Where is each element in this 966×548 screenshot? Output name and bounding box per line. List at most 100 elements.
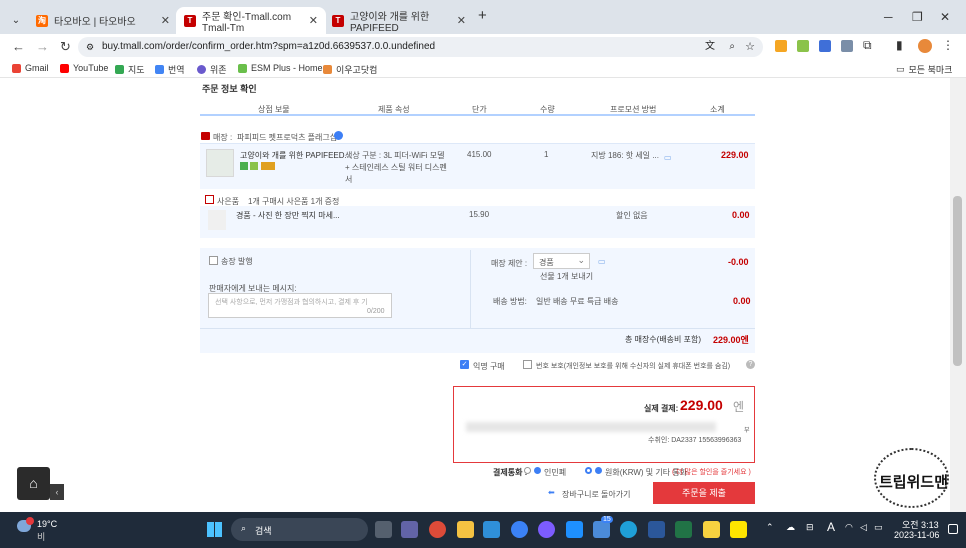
back-to-cart-link[interactable]: 장바구니로 돌아가기 bbox=[562, 489, 630, 500]
address-bar-row: ← → ↻ ⚙ buy.tmall.com/order/confirm_orde… bbox=[0, 34, 966, 58]
star-icon[interactable]: ☆ bbox=[745, 37, 755, 57]
clock-date[interactable]: 2023-11-06 bbox=[894, 530, 939, 540]
word-icon[interactable] bbox=[648, 521, 665, 538]
chrome-icon[interactable] bbox=[429, 521, 446, 538]
store-offer-select[interactable]: 경품 ⌄ bbox=[533, 253, 590, 269]
teams-icon[interactable] bbox=[401, 521, 418, 538]
windows-taskbar: 19°C 비 ⌕ 검색 15 ⌃ ☁ ⊟ A ◠ ◁ ▭ 오전 3:13 202… bbox=[0, 512, 966, 548]
extension-icon[interactable] bbox=[819, 40, 831, 52]
close-icon[interactable]: ✕ bbox=[161, 14, 170, 27]
store-icon[interactable] bbox=[483, 521, 500, 538]
translate-icon[interactable]: 文 bbox=[705, 37, 715, 57]
profile-avatar[interactable] bbox=[918, 39, 932, 53]
comment-icon[interactable]: ▭ bbox=[664, 153, 672, 162]
taskbar-search[interactable]: ⌕ 검색 bbox=[231, 518, 368, 541]
extension-icon[interactable] bbox=[797, 40, 809, 52]
tab-product[interactable]: T 고양이와 개를 위한 PAPIFEED ✕ bbox=[324, 7, 474, 34]
extensions-puzzle-icon[interactable]: ⧉ bbox=[863, 38, 872, 53]
bookmark-maps[interactable]: 지도 bbox=[115, 63, 145, 76]
currency-radio-krw[interactable] bbox=[585, 467, 592, 474]
new-tab-button[interactable]: + bbox=[478, 7, 487, 24]
cloud-icon[interactable]: ☁ bbox=[786, 522, 795, 533]
extension-icon[interactable] bbox=[775, 40, 787, 52]
submit-order-button[interactable]: 주문을 제출 bbox=[653, 482, 755, 504]
bookmark-all-folder[interactable]: ▭ 모든 북마크 bbox=[896, 63, 952, 76]
tab-strip: ⌄ 淘 타오바오 | 타오바오 ✕ T 주문 확인-Tmall.com Tmal… bbox=[0, 0, 966, 34]
network-tray-icon[interactable]: ⊟ bbox=[806, 522, 814, 533]
bookmark-youtube[interactable]: YouTube bbox=[60, 63, 108, 73]
address-redacted bbox=[466, 422, 716, 432]
comment-icon[interactable]: ▭ bbox=[598, 257, 606, 266]
privacy-checkbox[interactable] bbox=[523, 360, 532, 369]
chat-icon[interactable] bbox=[334, 131, 343, 140]
floating-collapse-button[interactable]: ⌂ bbox=[17, 467, 50, 500]
badge-icon bbox=[240, 162, 248, 170]
windows-start-icon[interactable] bbox=[207, 522, 222, 537]
site-info-icon[interactable]: ⚙ bbox=[86, 37, 94, 57]
app-icon[interactable] bbox=[566, 521, 583, 538]
app-icon[interactable] bbox=[511, 521, 528, 538]
folder-icon: ▭ bbox=[896, 64, 905, 74]
message-placeholder: 선택 사항으로, 먼저 가맹점과 협의하시고, 결제 후 기 bbox=[215, 299, 368, 306]
back-icon[interactable]: ← bbox=[12, 39, 25, 54]
table-header: 상점 보물 제품 속성 단가 수량 프로모션 방법 소계 bbox=[200, 100, 755, 116]
message-textarea[interactable]: 선택 사항으로, 먼저 가맹점과 협의하시고, 결제 후 기 0/200 bbox=[208, 293, 392, 318]
bookmark-iwoogo[interactable]: 이우고닷컴 bbox=[323, 63, 377, 76]
bookmark-wizone[interactable]: 위존 bbox=[197, 63, 227, 76]
tab-order-confirm[interactable]: T 주문 확인-Tmall.com Tmall-Tm ✕ bbox=[176, 7, 326, 34]
close-icon[interactable]: ✕ bbox=[309, 14, 318, 27]
notification-icon[interactable] bbox=[948, 524, 958, 534]
store-offer-label: 매장 제안 : bbox=[491, 259, 528, 268]
tab-taobao[interactable]: 淘 타오바오 | 타오바오 ✕ bbox=[28, 7, 178, 34]
anonymous-checkbox[interactable]: ✓ bbox=[460, 360, 469, 369]
shop-name-link[interactable]: 파피피드 펫프로덕츠 플래그십 bbox=[237, 132, 337, 143]
help-icon[interactable]: ? bbox=[746, 360, 755, 369]
product-thumbnail[interactable] bbox=[206, 149, 234, 177]
maximize-button[interactable]: ❐ bbox=[912, 10, 923, 24]
quantity: 1 bbox=[544, 150, 549, 159]
tmall-favicon-icon: T bbox=[332, 14, 344, 27]
close-icon[interactable]: ✕ bbox=[457, 14, 466, 27]
zoom-icon[interactable]: ⌕ bbox=[729, 37, 735, 57]
scrollbar-thumb[interactable] bbox=[953, 196, 962, 366]
floating-expand-tab[interactable]: ‹ bbox=[50, 484, 64, 500]
minimize-button[interactable]: ─ bbox=[884, 10, 893, 24]
header-price: 단가 bbox=[472, 105, 487, 114]
bookmark-label: 번역 bbox=[168, 65, 185, 75]
watermark-logo: 트립위드맨 bbox=[874, 448, 949, 508]
reload-icon[interactable]: ↻ bbox=[60, 39, 71, 55]
invoice-checkbox[interactable] bbox=[209, 256, 218, 265]
product-title-link[interactable]: 고양이와 개를 위한 PAPIFEED... bbox=[240, 150, 351, 161]
forward-icon[interactable]: → bbox=[36, 39, 49, 54]
submit-label: 주문을 제출 bbox=[682, 488, 726, 498]
close-window-button[interactable]: ✕ bbox=[940, 10, 950, 24]
app-icon[interactable] bbox=[538, 521, 555, 538]
kakaotalk-icon[interactable] bbox=[730, 521, 747, 538]
gift-thumbnail[interactable] bbox=[208, 210, 226, 230]
app-icon[interactable] bbox=[593, 521, 610, 538]
volume-icon[interactable]: ◁ bbox=[860, 522, 867, 533]
file-explorer-icon[interactable] bbox=[457, 521, 474, 538]
bookmark-translate[interactable]: 번역 bbox=[155, 63, 185, 76]
bookmark-esm[interactable]: ESM Plus - Home bbox=[238, 63, 323, 73]
task-view-icon[interactable] bbox=[375, 521, 392, 538]
extension-icon[interactable] bbox=[841, 40, 853, 52]
tray-chevron-icon[interactable]: ⌃ bbox=[766, 522, 774, 533]
currency-radio-cny[interactable] bbox=[524, 467, 531, 474]
url-field[interactable]: ⚙ buy.tmall.com/order/confirm_order.htm?… bbox=[78, 37, 763, 57]
wifi-icon[interactable]: ◠ bbox=[845, 522, 853, 533]
sticky-notes-icon[interactable] bbox=[703, 521, 720, 538]
currency-promo: ( 더 많은 할인을 즐기세요 ) bbox=[672, 469, 751, 476]
bookmark-gmail[interactable]: Gmail bbox=[12, 63, 49, 73]
chevron-down-icon: ⌄ bbox=[577, 255, 585, 265]
edge-icon[interactable] bbox=[620, 521, 637, 538]
battery-icon[interactable]: ▭ bbox=[874, 522, 883, 533]
ime-icon[interactable]: A bbox=[827, 520, 835, 534]
gift-item-link[interactable]: 경품 - 사진 한 장만 찍지 마세... bbox=[236, 210, 340, 221]
menu-icon[interactable]: ⋮ bbox=[942, 38, 954, 52]
side-panel-icon[interactable]: ▮ bbox=[896, 38, 903, 52]
tab-search-button[interactable]: ⌄ bbox=[6, 7, 26, 34]
page-scrollbar[interactable] bbox=[950, 78, 966, 512]
excel-icon[interactable] bbox=[675, 521, 692, 538]
total-label: 총 매장수(배송비 포함) bbox=[625, 335, 702, 344]
